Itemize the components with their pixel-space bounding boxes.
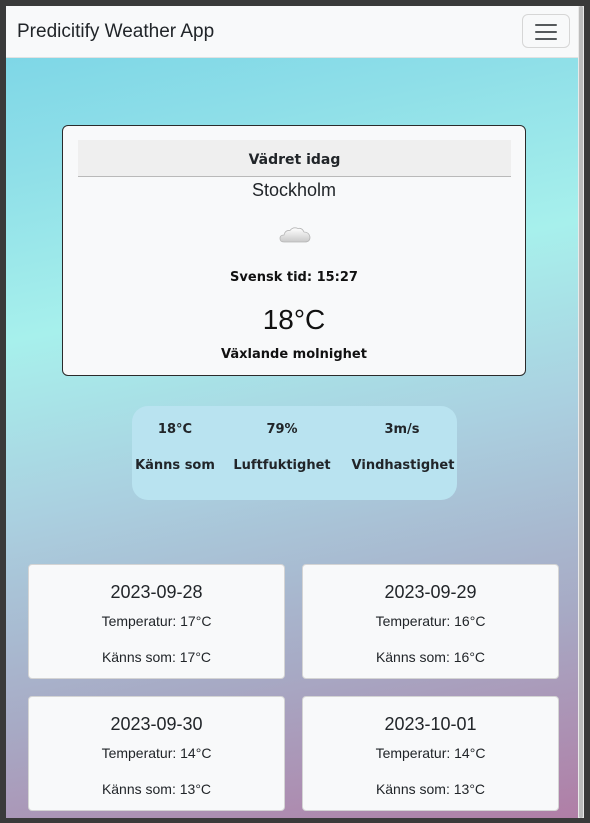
- weather-description: Växlande molnighet: [221, 347, 367, 362]
- current-temperature: 18°C: [262, 304, 326, 335]
- forecast-date: 2023-10-01: [384, 714, 477, 734]
- hamburger-menu-icon: [535, 24, 557, 26]
- forecast-card: 2023-09-29 Temperatur: 16°C Känns som: 1…: [302, 564, 559, 679]
- forecast-date: 2023-09-29: [384, 582, 477, 602]
- cloud-icon: [279, 227, 311, 243]
- forecast-card: 2023-10-01 Temperatur: 14°C Känns som: 1…: [302, 696, 559, 811]
- feels-like-value: 18°C: [157, 422, 193, 437]
- humidity-label: Luftfuktighet: [233, 458, 331, 473]
- forecast-feels-like: Känns som: 17°C: [101, 649, 212, 665]
- forecast-feels-like: Känns som: 16°C: [375, 649, 486, 665]
- weather-stats-panel: 18°C Känns som 79% Luftfuktighet 3m/s Vi…: [132, 406, 457, 500]
- forecast-card: 2023-09-30 Temperatur: 14°C Känns som: 1…: [28, 696, 285, 811]
- forecast-temperature: Temperatur: 17°C: [101, 613, 212, 629]
- forecast-temperature: Temperatur: 14°C: [101, 745, 212, 761]
- scrollbar-thumb[interactable]: [579, 6, 583, 818]
- today-weather-card: Vädret idag Stockholm Svensk tid: 15:27 …: [62, 125, 526, 376]
- navbar: Predicitify Weather App: [6, 6, 578, 58]
- app-viewport: Predicitify Weather App Vädret idag Stoc…: [6, 6, 578, 818]
- feels-like-label: Känns som: [135, 458, 215, 473]
- humidity-value: 79%: [266, 422, 298, 437]
- today-card-header: Vädret idag: [78, 140, 511, 177]
- app-brand[interactable]: Predicitify Weather App: [17, 21, 214, 43]
- swedish-time: Svensk tid: 15:27: [230, 270, 358, 285]
- wind-speed-value: 3m/s: [384, 422, 420, 437]
- forecast-temperature: Temperatur: 14°C: [375, 745, 486, 761]
- forecast-temperature: Temperatur: 16°C: [375, 613, 486, 629]
- wind-speed-label: Vindhastighet: [351, 458, 455, 473]
- forecast-date: 2023-09-28: [110, 582, 203, 602]
- forecast-feels-like: Känns som: 13°C: [375, 781, 486, 797]
- forecast-feels-like: Känns som: 13°C: [101, 781, 212, 797]
- forecast-card: 2023-09-28 Temperatur: 17°C Känns som: 1…: [28, 564, 285, 679]
- scrollbar[interactable]: [578, 6, 584, 818]
- forecast-date: 2023-09-30: [110, 714, 203, 734]
- city-name: Stockholm: [251, 180, 337, 200]
- menu-toggle-button[interactable]: [522, 14, 570, 48]
